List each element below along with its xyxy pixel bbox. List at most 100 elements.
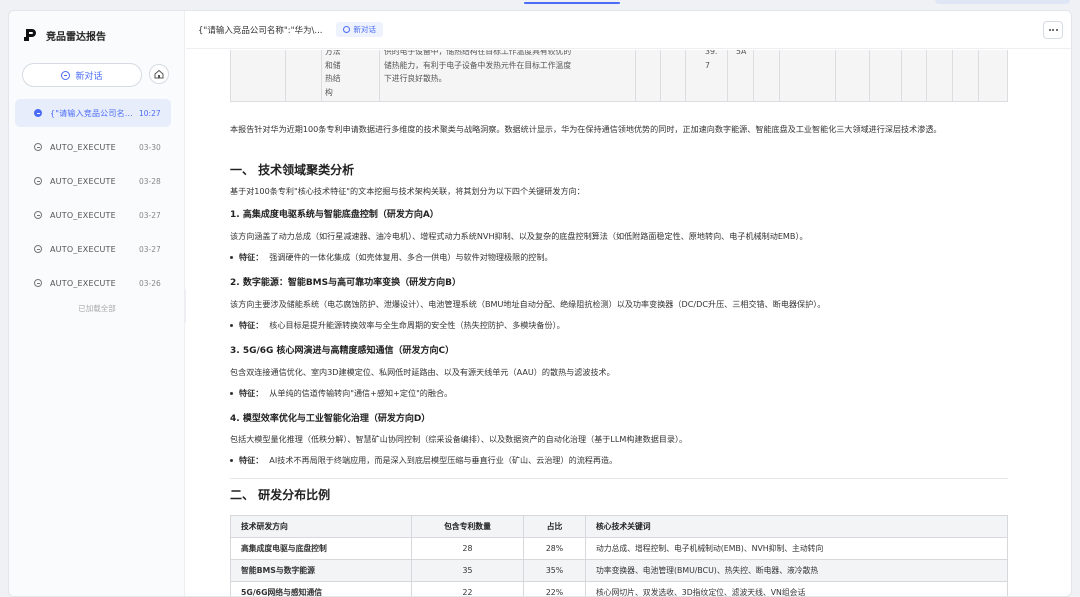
conversation-title: {"请输入竞品公司名称":"华为\... bbox=[198, 25, 323, 36]
direction-b-feature: 特征： 核心目标是提升能源转换效率与全生命周期的安全性（热失控防护、多模块备份）… bbox=[230, 320, 565, 331]
logo-icon bbox=[24, 28, 38, 42]
new-chat-button[interactable]: 新对话 bbox=[22, 63, 142, 87]
feature-label: 特征： bbox=[239, 388, 264, 398]
table-cell: 35 bbox=[411, 559, 524, 582]
cell-line: 储热能力，有利于电子设备中发热元件在目标工作温度 bbox=[384, 60, 572, 70]
top-pill bbox=[935, 0, 1070, 4]
dot bbox=[1055, 29, 1058, 31]
col-header: 包含专利数量 bbox=[411, 515, 524, 538]
cell-line: 下进行良好散热。 bbox=[384, 74, 447, 83]
table-cell: 核心网切片、双发选收、3D指纹定位、滤波天线、VN组会话 bbox=[585, 581, 1008, 596]
feature-label: 特征： bbox=[239, 320, 264, 330]
table-cell: 功率变换器、电池管理(BMU/BCU)、热失控、断电器、液冷散热 bbox=[585, 559, 1008, 582]
brand: 竞品雷达报告 bbox=[24, 26, 106, 44]
table-cell bbox=[636, 50, 661, 102]
table-cell bbox=[836, 50, 870, 102]
col-header: 占比 bbox=[523, 515, 586, 538]
history-date: 03-27 bbox=[139, 244, 161, 254]
history-title: AUTO_EXECUTE bbox=[50, 142, 116, 152]
col-header: 技术研发方向 bbox=[230, 515, 412, 538]
active-tab-indicator bbox=[524, 2, 620, 4]
history-item[interactable]: {"请输入竞品公司名称":"华为"... 10:27 bbox=[15, 99, 171, 127]
cell-text: 供的电子设备中，储热结构在目标工作温度具有较优的 储热能力，有利于电子设备中发热… bbox=[384, 50, 571, 86]
table-row: 智能BMS与数字能源 35 35% 功率变换器、电池管理(BMU/BCU)、热失… bbox=[230, 559, 1008, 582]
previous-table-fragment: 方法 和储 热结 构 供的电子设备中，储热结构在目标工作温度具有较优的 储热能力… bbox=[230, 50, 1008, 102]
table-cell bbox=[953, 50, 979, 102]
bullet-dot bbox=[230, 459, 233, 462]
feature-text: AI技术不再局限于终端应用，而是深入到底层模型压缩与垂直行业（矿山、云治理）的流… bbox=[269, 455, 618, 465]
feature-text: 核心目标是提升能源转换效率与全生命周期的安全性（热失控防护、多模块备份）。 bbox=[269, 320, 565, 330]
distribution-table: 技术研发方向 包含专利数量 占比 核心技术关键词 高集成度电驱与底盘控制 28 … bbox=[230, 515, 1008, 596]
chat-bubble-icon bbox=[34, 211, 42, 219]
table-cell: 22 bbox=[411, 581, 524, 596]
table-row: 高集成度电驱与底盘控制 28 28% 动力总成、增程控制、电子机械制动(EMB)… bbox=[230, 537, 1008, 560]
history-title: AUTO_EXECUTE bbox=[50, 176, 116, 186]
table-row: 5G/6G网络与感知通信 22 22% 核心网切片、双发选收、3D指纹定位、滤波… bbox=[230, 581, 1008, 596]
bullet-dot bbox=[230, 256, 233, 259]
chat-bubble-icon bbox=[34, 177, 42, 185]
dot bbox=[1048, 29, 1051, 31]
history-item[interactable]: AUTO_EXECUTE 03-30 bbox=[15, 133, 171, 161]
dot bbox=[1052, 29, 1054, 31]
cell-line: 和储 bbox=[325, 60, 341, 70]
table-cell bbox=[927, 50, 953, 102]
history-item[interactable]: AUTO_EXECUTE 03-26 bbox=[15, 269, 171, 297]
history-title: AUTO_EXECUTE bbox=[50, 244, 116, 254]
cell-line: 5A bbox=[736, 50, 747, 56]
divider bbox=[230, 478, 1008, 479]
history-title: {"请输入竞品公司名称":"华为"... bbox=[50, 108, 139, 118]
table-cell: 动力总成、增程控制、电子机械制动(EMB)、NVH抑制、主动转向 bbox=[585, 537, 1008, 560]
table-cell bbox=[231, 50, 286, 102]
report-content: 方法 和储 热结 构 供的电子设备中，储热结构在目标工作温度具有较优的 储热能力… bbox=[230, 50, 1008, 596]
table-cell: 5G/6G网络与感知通信 bbox=[230, 581, 412, 596]
table-cell: 智能BMS与数字能源 bbox=[230, 559, 412, 582]
new-chat-tag[interactable]: 新对话 bbox=[336, 22, 383, 37]
history-item[interactable]: AUTO_EXECUTE 03-27 bbox=[15, 235, 171, 263]
direction-b-desc: 该方向主要涉及储能系统（电芯腐蚀防护、泄爆设计）、电池管理系统（BMU地址自动分… bbox=[230, 299, 826, 309]
top-strip bbox=[0, 0, 1080, 10]
history-title: AUTO_EXECUTE bbox=[50, 278, 116, 288]
table-cell: 高集成度电驱与底盘控制 bbox=[230, 537, 412, 560]
table-cell bbox=[780, 50, 836, 102]
table-cell bbox=[870, 50, 902, 102]
chat-bubble-icon bbox=[34, 279, 42, 287]
direction-d-desc: 包括大模型量化推理（低秩分解）、智慧矿山协同控制（综采设备编排）、以及数据资产的… bbox=[230, 434, 688, 444]
history-item[interactable]: AUTO_EXECUTE 03-27 bbox=[15, 201, 171, 229]
col-header: 核心技术关键词 bbox=[585, 515, 1008, 538]
direction-a-title: 1. 高集成度电驱系统与智能底盘控制（研发方向A） bbox=[230, 210, 439, 220]
more-options-button[interactable] bbox=[1043, 21, 1063, 39]
main-panel: {"请输入竞品公司名称":"华为\... 新对话 方法 和储 热结 构 供的电子… bbox=[186, 11, 1071, 596]
feature-text: 强调硬件的一体化集成（如壳体复用、多合一供电）与软件对物理极限的控制。 bbox=[269, 252, 553, 262]
section-2-title: 二、 研发分布比例 bbox=[230, 488, 331, 502]
history-date: 03-30 bbox=[139, 142, 161, 152]
table-cell bbox=[902, 50, 927, 102]
cell-text: 39. 7 bbox=[705, 50, 717, 72]
new-chat-tag-label: 新对话 bbox=[353, 25, 376, 34]
cell-line: 热结 bbox=[325, 74, 341, 83]
history-date: 03-27 bbox=[139, 210, 161, 220]
new-chat-label: 新对话 bbox=[75, 71, 103, 82]
home-icon bbox=[154, 69, 164, 79]
table-cell: 35% bbox=[523, 559, 586, 582]
cell-line: 供的电子设备中，储热结构在目标工作温度具有较优的 bbox=[384, 50, 572, 56]
chat-bubble-icon bbox=[34, 245, 42, 253]
direction-a-feature: 特征： 强调硬件的一体化集成（如壳体复用、多合一供电）与软件对物理极限的控制。 bbox=[230, 252, 553, 263]
direction-a-desc: 该方向涵盖了动力总成（如行星减速器、油冷电机）、增程式动力系统NVH抑制、以及复… bbox=[230, 231, 808, 241]
table-cell: 22% bbox=[523, 581, 586, 596]
table-header-row: 技术研发方向 包含专利数量 占比 核心技术关键词 bbox=[230, 515, 1008, 538]
chat-bubble-icon bbox=[34, 109, 42, 117]
direction-c-feature: 特征： 从单纯的信道传输转向"通信+感知+定位"的融合。 bbox=[230, 388, 452, 399]
history-title: AUTO_EXECUTE bbox=[50, 210, 116, 220]
direction-d-title: 4. 模型效率优化与工业智能化治理（研发方向D） bbox=[230, 414, 431, 424]
history-date: 03-28 bbox=[139, 176, 161, 186]
history-item[interactable]: AUTO_EXECUTE 03-28 bbox=[15, 167, 171, 195]
brand-title: 竞品雷达报告 bbox=[46, 31, 106, 43]
history-date: 10:27 bbox=[139, 108, 161, 118]
history-date: 03-26 bbox=[139, 278, 161, 288]
table-cell: 28 bbox=[411, 537, 524, 560]
cell-line: 方法 bbox=[325, 50, 341, 56]
direction-c-desc: 包含双连接通信优化、室内3D建模定位、私网低时延路由、以及有源天线单元（AAU）… bbox=[230, 367, 615, 377]
clock-icon bbox=[343, 26, 351, 33]
home-button[interactable] bbox=[149, 64, 169, 84]
loaded-all-text: 已加载全部 bbox=[78, 304, 116, 313]
